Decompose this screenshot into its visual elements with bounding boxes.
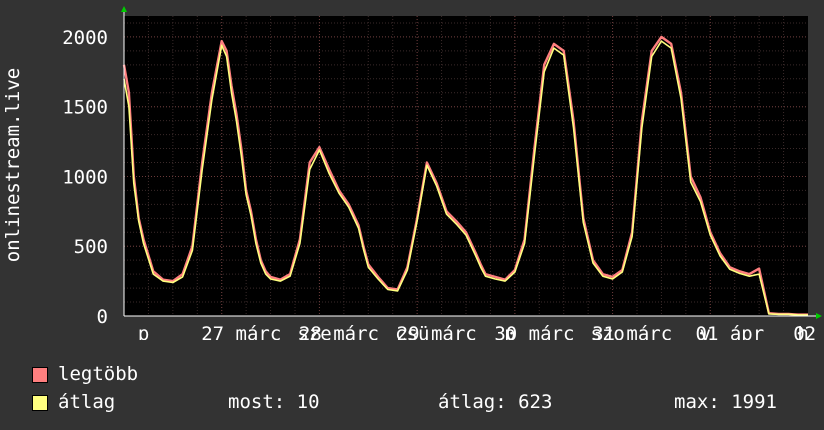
x-tick-label: 01 ápr — [696, 323, 765, 340]
y-tick-label: 500 — [74, 236, 108, 258]
y-tick-label: 0 — [97, 306, 108, 328]
x-tick-label: 27 márc — [201, 323, 281, 340]
x-tick-label: 28 márc — [299, 323, 379, 340]
y-tick-label: 1500 — [62, 97, 108, 119]
stat-max-value: 1991 — [731, 391, 777, 413]
x-tick-label: 29 márc — [397, 323, 477, 340]
y-axis-label: onlinestream.live — [2, 68, 24, 262]
x-tick-label: 31 márc — [592, 323, 672, 340]
legend-label-max: legtöbb — [58, 363, 139, 385]
legend-item-avg: átlag most: 10 átlag: 623 max: 1991 — [32, 390, 822, 414]
y-axis-arrow — [121, 6, 127, 12]
stat-now: most: 10 — [228, 390, 320, 414]
x-tick-label: 02 ápr — [793, 323, 824, 340]
stat-max-label: max: — [674, 391, 720, 413]
y-tick-label: 2000 — [62, 27, 108, 49]
legend-swatch-avg — [32, 395, 48, 411]
legend-swatch-max — [32, 367, 48, 383]
y-tick-label: 1000 — [62, 166, 108, 188]
stat-avg-label: átlag: — [438, 391, 507, 413]
stat-avg: átlag: 623 — [438, 390, 552, 414]
x-tick-label: p — [138, 323, 149, 340]
stat-avg-value: 623 — [518, 391, 553, 413]
legend-label-avg: átlag — [58, 391, 116, 413]
stat-max: max: 1991 — [674, 390, 777, 414]
stat-now-value: 10 — [296, 391, 320, 413]
x-axis-arrow — [816, 313, 822, 319]
x-tick-label: 30 márc — [494, 323, 574, 340]
line-chart: 0500100015002000p 27 márc sze28 márc csü29 … — [2, 6, 824, 340]
stat-now-label: most: — [228, 391, 286, 413]
